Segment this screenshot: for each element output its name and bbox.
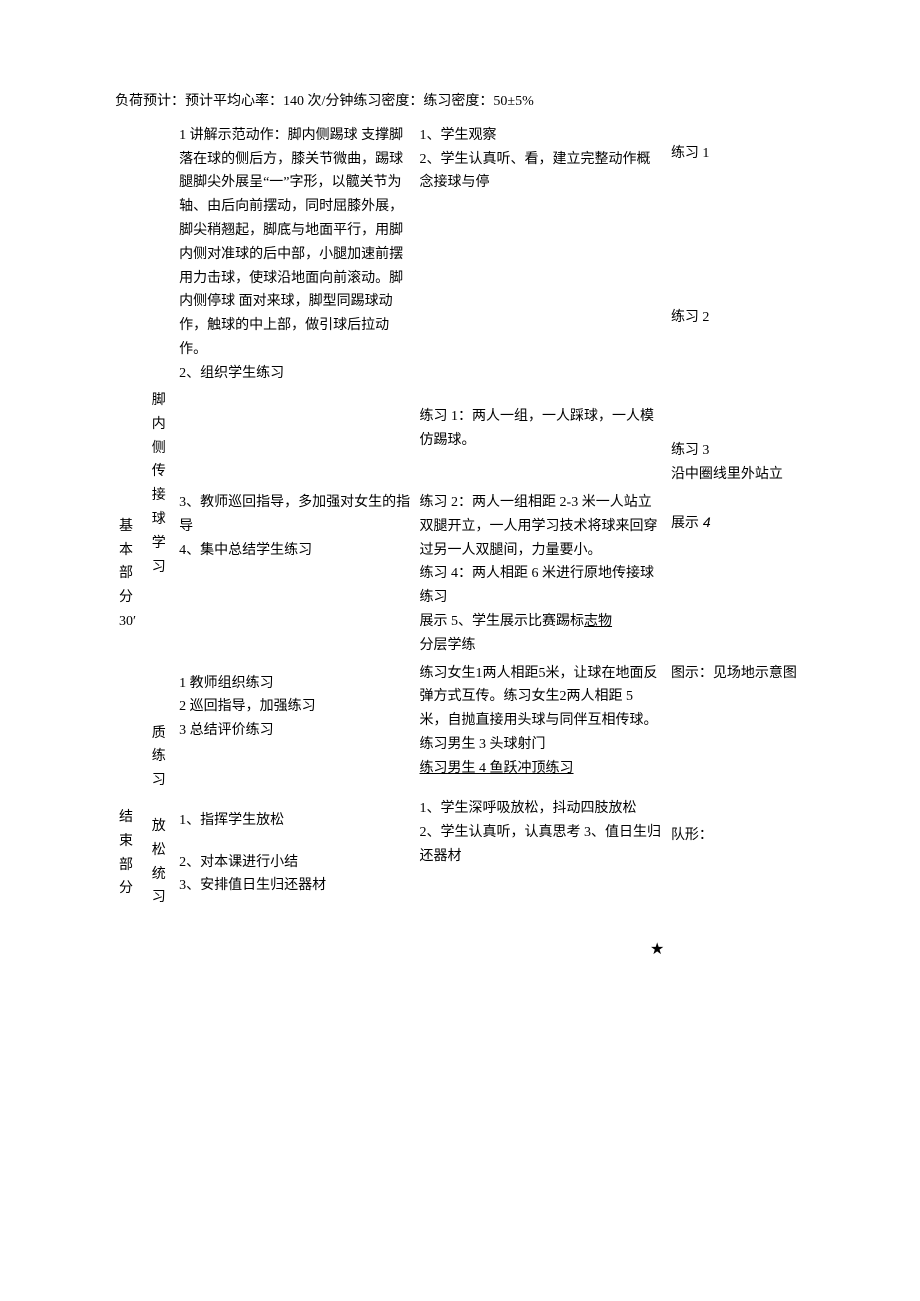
teacher-activity-cell: 1 讲解示范动作：脚内侧踢球 支撑脚落在球的侧后方，膝关节微曲，踢球腿脚尖外展呈… (175, 122, 415, 489)
activity-char: 质 (152, 722, 171, 746)
table-row: 质 练 习 1 教师组织练习 2 巡回指导，加强练习 3 总结评价练习 练习女生… (115, 660, 820, 795)
activity-char: 侧 (152, 437, 171, 461)
section-char: 分 (119, 877, 142, 901)
activity-char: 接 (152, 484, 171, 508)
diagram-cell: 图示：见场地示意图 (667, 660, 820, 795)
teacher-text: 1 讲解示范动作：脚内侧踢球 支撑脚落在球的侧后方，膝关节微曲，踢球腿脚尖外展呈… (179, 124, 411, 362)
section-label: 结 束 部 分 (115, 795, 148, 912)
section-label: 基 本 部 分 30′ (115, 489, 148, 660)
student-text: 2、学生认真听，认真思考 3、值日生归还器材 (420, 821, 663, 869)
section-char: 结 (119, 806, 142, 830)
diagram-text: 图示：见场地示意图 (671, 662, 816, 686)
student-activity-cell: 练习 2：两人一组相距 2-3 米一人站立双腿开立，一人用学习技术将球来回穿过另… (416, 489, 667, 660)
section-char: 部 (119, 562, 142, 586)
student-text: 展示 5、学生展示比赛踢标志物 (420, 610, 663, 634)
activity-char: 习 (152, 886, 171, 910)
teacher-text: 3 总结评价练习 (179, 719, 411, 743)
student-text: 练习男生 3 头球射门 (420, 733, 663, 757)
activity-label: 脚 内 侧 传 接 球 学 习 (148, 489, 175, 660)
student-text: 练习女生1两人相距5米，让球在地面反弹方式互传。练习女生2两人相距 5 米，自抛… (420, 662, 663, 733)
load-forecast-header: 负荷预计：预计平均心率：140 次/分钟练习密度：练习密度：50±5% (115, 90, 820, 114)
teacher-text: 2、对本课进行小结 (179, 851, 411, 875)
student-text: 1、学生深呼吸放松，抖动四肢放松 (420, 797, 663, 821)
student-text: 练习男生 4 鱼跃冲顶练习 (420, 757, 663, 781)
teacher-text: 1、指挥学生放松 (179, 809, 411, 833)
activity-char: 松 (152, 839, 171, 863)
activity-char: 脚 (152, 389, 171, 413)
diagram-cell: 队形： (667, 795, 820, 912)
teacher-activity-cell: 3、教师巡回指导，多加强对女生的指导 4、集中总结学生练习 (175, 489, 415, 660)
section-char: 部 (119, 854, 142, 878)
diagram-cell: 练习 1 练习 2 练习 3 沿中圈线里外站立 (667, 122, 820, 489)
teacher-text: 1 教师组织练习 (179, 672, 411, 696)
diagram-text: 沿中圈线里外站立 (671, 463, 816, 487)
teacher-text: 2 巡回指导，加强练习 (179, 695, 411, 719)
student-text: 练习 1：两人一组，一人踩球，一人模仿踢球。 (420, 405, 663, 453)
section-char: 基 (119, 515, 142, 539)
activity-label: 放 松 统 习 (148, 795, 175, 912)
student-text: 分层学练 (420, 634, 663, 658)
table-row: 结 束 部 分 放 松 统 习 1、指挥学生放松 2、对本课进行小结 3、安排值… (115, 795, 820, 912)
student-activity-cell: 1、学生观察 2、学生认真听、看，建立完整动作概念接球与停 练习 1：两人一组，… (416, 122, 667, 489)
section-char: 分 (119, 586, 142, 610)
section-char: 束 (119, 830, 142, 854)
table-row: 1 讲解示范动作：脚内侧踢球 支撑脚落在球的侧后方，膝关节微曲，踢球腿脚尖外展呈… (115, 122, 820, 489)
activity-char: 习 (152, 556, 171, 580)
teacher-text: 3、教师巡回指导，多加强对女生的指导 (179, 491, 411, 539)
activity-char: 内 (152, 413, 171, 437)
teacher-text: 2、组织学生练习 (179, 362, 411, 386)
teacher-text: 4、集中总结学生练习 (179, 539, 411, 563)
student-activity-cell: 1、学生深呼吸放松，抖动四肢放松 2、学生认真听，认真思考 3、值日生归还器材 (416, 795, 667, 912)
section-time: 30′ (119, 610, 142, 634)
activity-label: 质 练 习 (148, 660, 175, 795)
activity-char: 球 (152, 508, 171, 532)
diagram-text: 队形： (671, 824, 816, 848)
star-icon: ★ (650, 936, 820, 963)
activity-char: 学 (152, 532, 171, 556)
diagram-text: 练习 1 (671, 142, 816, 166)
student-activity-cell: 练习女生1两人相距5米，让球在地面反弹方式互传。练习女生2两人相距 5 米，自抛… (416, 660, 667, 795)
table-row: 基 本 部 分 30′ 脚 内 侧 传 接 球 学 习 3、教师巡回指导，多加强… (115, 489, 820, 660)
diagram-cell: 展示 4 (667, 489, 820, 660)
diagram-text: 展示 4 (671, 511, 816, 536)
activity-char: 放 (152, 815, 171, 839)
section-label-cell (115, 122, 148, 489)
teacher-text: 3、安排值日生归还器材 (179, 874, 411, 898)
student-text: 1、学生观察 (420, 124, 663, 148)
diagram-text: 练习 3 (671, 439, 816, 463)
activity-char: 统 (152, 863, 171, 887)
activity-char: 习 (152, 769, 171, 793)
section-label-cell (115, 660, 148, 795)
teacher-activity-cell: 1、指挥学生放松 2、对本课进行小结 3、安排值日生归还器材 (175, 795, 415, 912)
lesson-plan-table: 1 讲解示范动作：脚内侧踢球 支撑脚落在球的侧后方，膝关节微曲，踢球腿脚尖外展呈… (115, 122, 820, 912)
student-text: 2、学生认真听、看，建立完整动作概念接球与停 (420, 148, 663, 196)
diagram-text: 练习 2 (671, 306, 816, 330)
activity-char: 练 (152, 745, 171, 769)
activity-char: 传 (152, 460, 171, 484)
teacher-activity-cell: 1 教师组织练习 2 巡回指导，加强练习 3 总结评价练习 (175, 660, 415, 795)
section-char: 本 (119, 539, 142, 563)
student-text: 练习 4：两人相距 6 米进行原地传接球练习 (420, 562, 663, 610)
student-text: 练习 2：两人一组相距 2-3 米一人站立双腿开立，一人用学习技术将球来回穿过另… (420, 491, 663, 562)
